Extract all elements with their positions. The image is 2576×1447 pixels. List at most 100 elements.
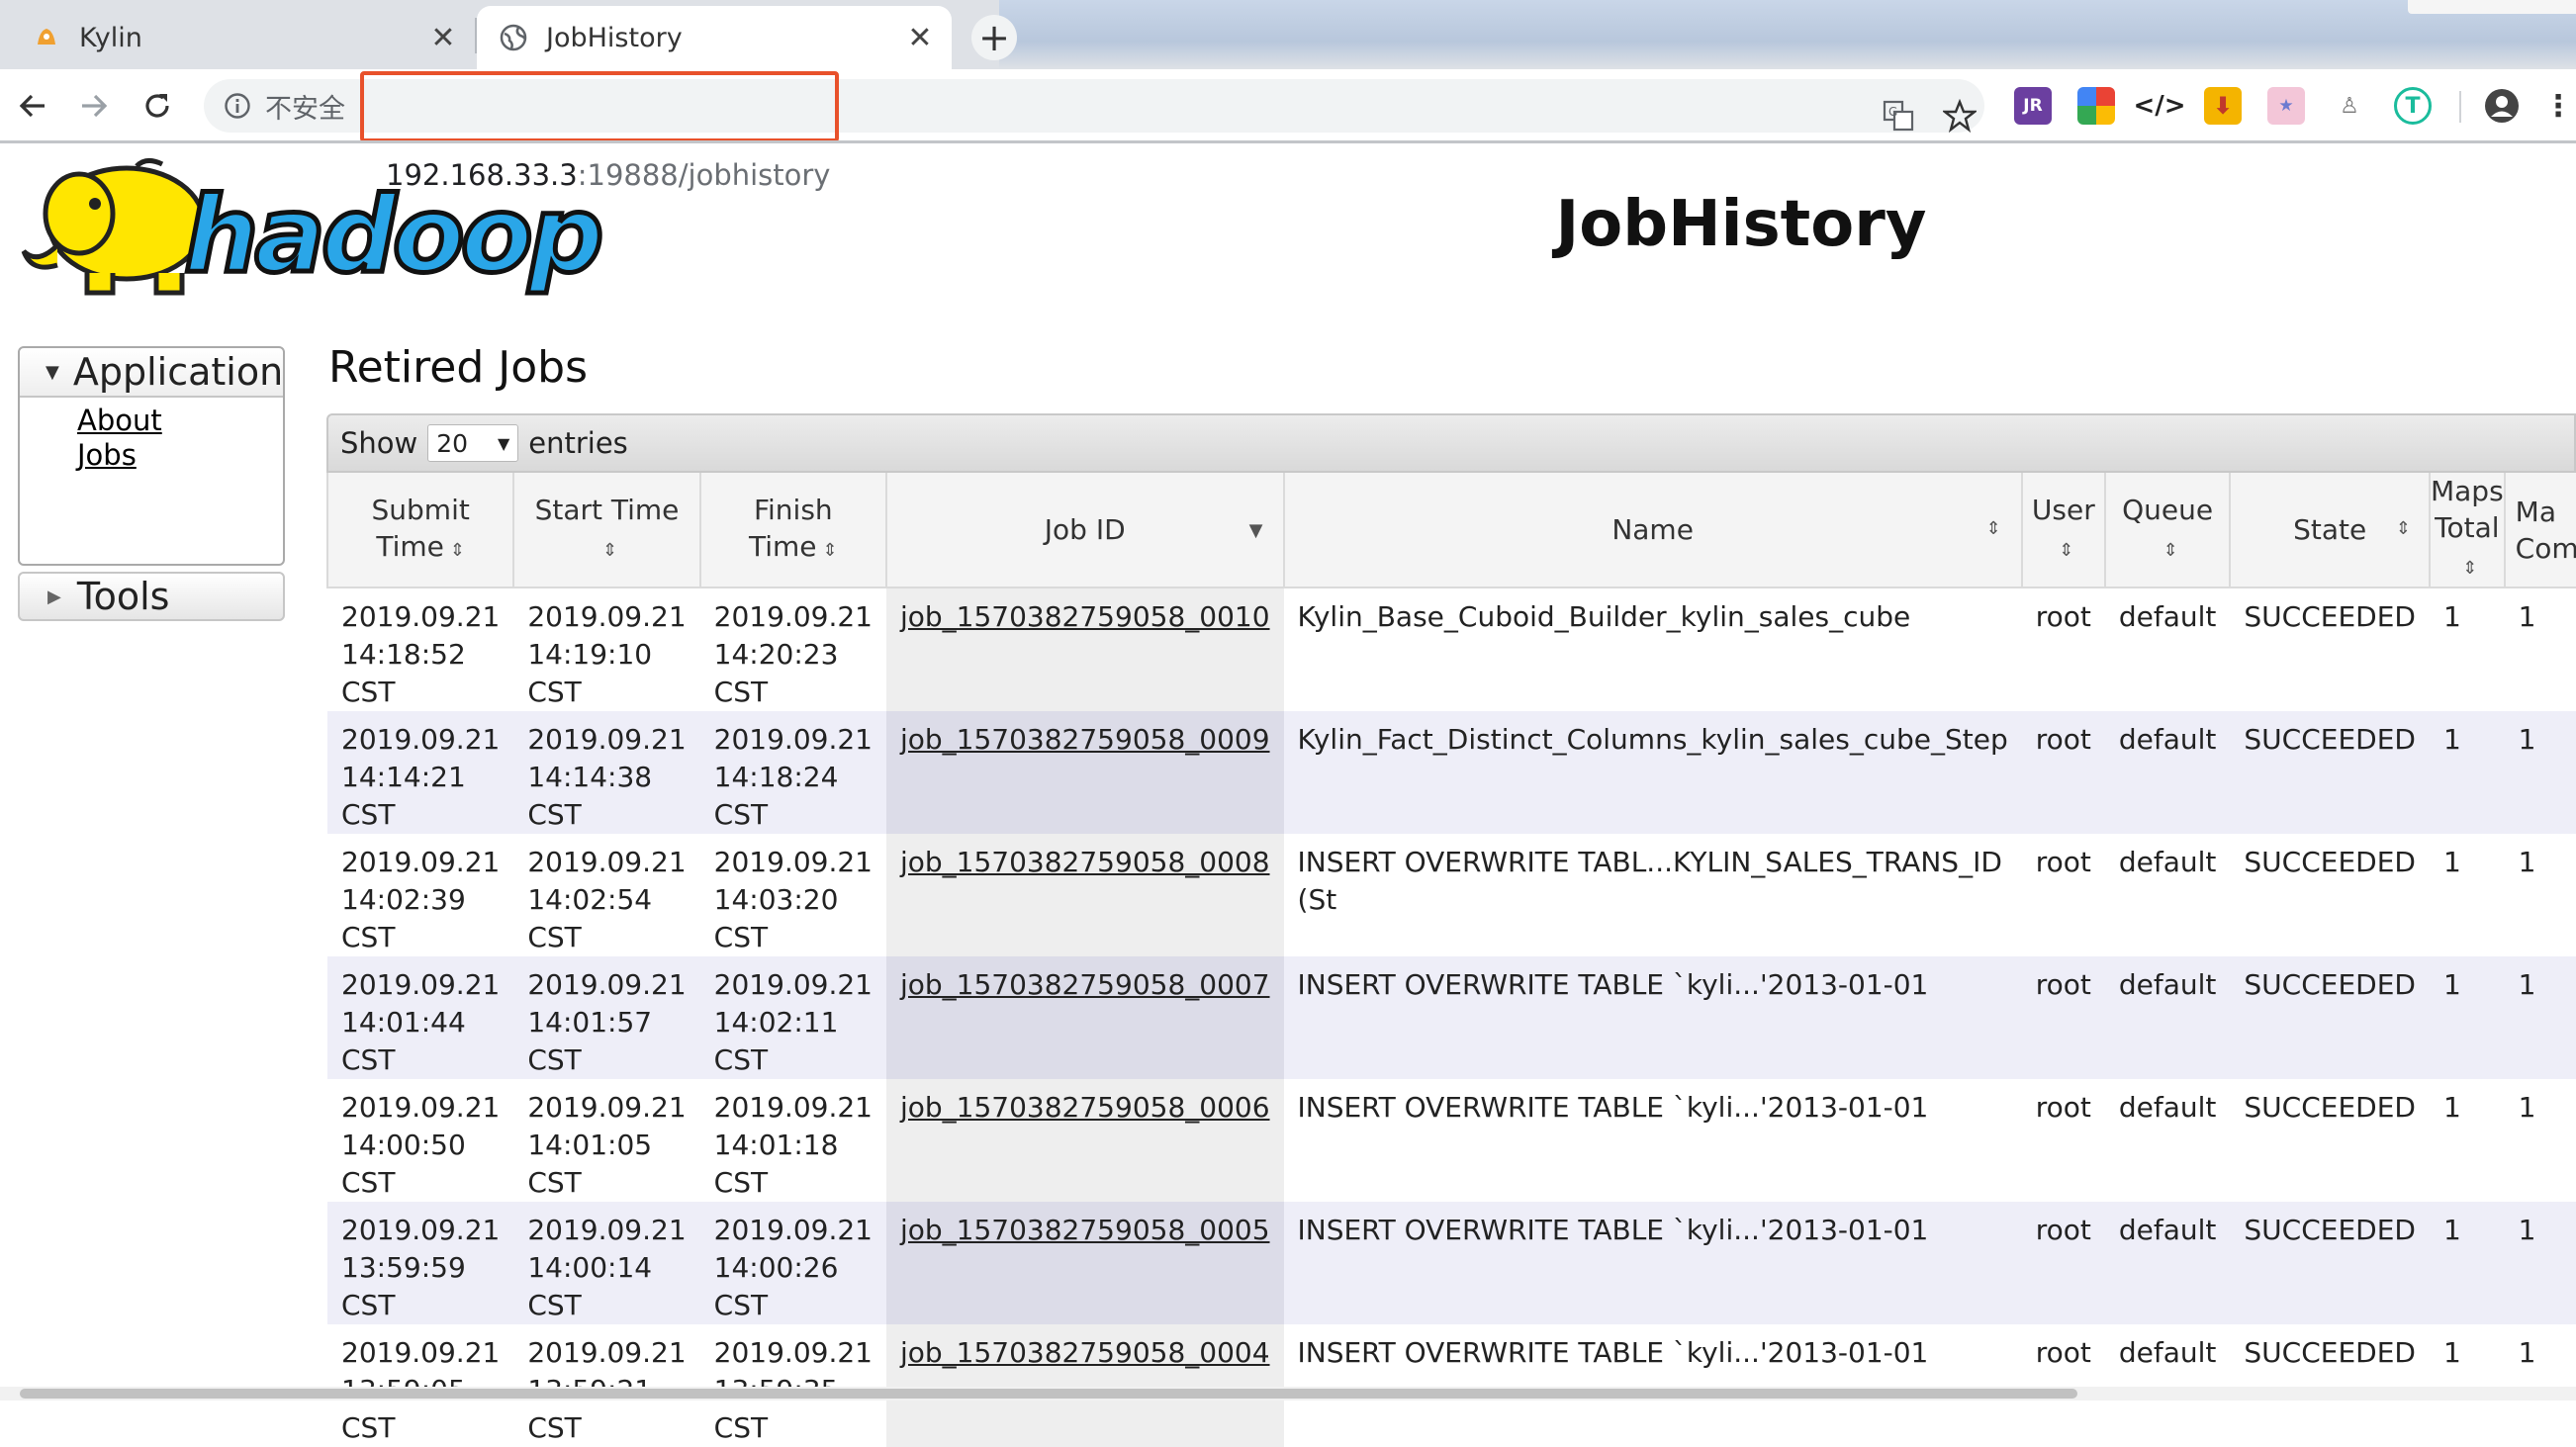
extension-star-icon[interactable]: ★ [2267, 87, 2305, 125]
cell-submit-time-line: CST [341, 1166, 396, 1199]
cell-state: SUCCEEDED [2230, 588, 2430, 711]
cell-start-time-line: CST [527, 921, 582, 953]
column-header-start-time[interactable]: Start Time ⇕ [512, 473, 701, 588]
scrollbar-thumb[interactable] [20, 1389, 2077, 1399]
new-tab-button[interactable]: + [971, 15, 1017, 60]
job-id-link[interactable]: job_1570382759058_0005 [900, 1214, 1270, 1246]
cell-state: SUCCEEDED [2230, 834, 2430, 956]
cell-start-time-line: CST [527, 1043, 582, 1076]
column-header-user[interactable]: User ⇕ [2020, 473, 2106, 588]
sidebar-tools-label: Tools [76, 575, 170, 618]
cell-finish-time: 2019.09.21 14:03:20 CST [699, 834, 886, 956]
cell-user: root [2021, 956, 2105, 1079]
sidebar-application-panel: ▼ Application About Jobs [18, 346, 285, 566]
cell-finish-time-line: CST [713, 1043, 769, 1076]
cell-finish-time-line: CST [713, 1289, 769, 1321]
show-label: Show [340, 426, 418, 460]
cell-queue: default [2104, 588, 2231, 711]
cell-submit-time-line: 2019.09.21 [341, 1091, 501, 1124]
table-row: 2019.09.21 14:00:50 CST 2019.09.21 14:01:05 C… [327, 1079, 2576, 1202]
cell-job-id: job_1570382759058_0005 [885, 1202, 1284, 1324]
cell-submit-time: 2019.09.21 14:14:21 CST [327, 711, 514, 834]
back-button[interactable] [10, 83, 55, 129]
sidebar-link-about[interactable]: About [77, 404, 283, 438]
job-id-link[interactable]: job_1570382759058_0006 [900, 1091, 1270, 1124]
extension-tree-icon[interactable]: ♙ [2331, 87, 2368, 125]
tab-jobhistory[interactable]: JobHistory ✕ [477, 6, 952, 69]
column-header-finish-time[interactable]: Finish Time ⇕ [698, 473, 887, 588]
cell-maps-completed: 1 [2504, 1202, 2576, 1324]
extension-translate-icon[interactable]: T [2394, 87, 2432, 125]
datatable-length-bar: Show 20 ▼ entries [326, 413, 2576, 473]
security-indicator[interactable]: 不安全 [224, 79, 345, 133]
cell-submit-time-line: CST [341, 1411, 396, 1444]
cell-state: SUCCEEDED [2230, 1324, 2430, 1447]
cell-user: root [2021, 711, 2105, 834]
job-id-link[interactable]: job_1570382759058_0009 [900, 723, 1270, 756]
column-header-submit-time[interactable]: Submit Time ⇕ [325, 473, 515, 588]
cell-submit-time: 2019.09.2113:59:05CST [327, 1324, 514, 1447]
entries-label: entries [528, 426, 628, 460]
profile-avatar-icon[interactable] [2483, 87, 2521, 125]
horizontal-scrollbar[interactable] [0, 1387, 2576, 1401]
extension-code-icon[interactable]: </> [2133, 87, 2185, 125]
cell-maps-total: 1 [2429, 588, 2505, 711]
window-controls[interactable] [2408, 0, 2576, 14]
column-header-queue[interactable]: Queue ⇕ [2103, 473, 2232, 588]
entries-select[interactable]: 20 ▼ [427, 424, 519, 462]
cell-submit-time-line: 2019.09.21 [341, 1336, 501, 1369]
sidebar-application-header[interactable]: ▼ Application [20, 348, 283, 398]
bookmark-star-icon[interactable] [1937, 93, 1982, 138]
cell-start-time: 2019.09.21 14:19:10 CST [513, 588, 700, 711]
cell-start-time-line: CST [527, 676, 582, 708]
column-header-job-id[interactable]: Job ID ▼ [884, 473, 1285, 588]
extension-download-icon[interactable]: ⬇ [2204, 87, 2242, 125]
column-header-name[interactable]: Name ⇕ [1282, 473, 2023, 588]
cell-finish-time-line: CST [713, 676, 769, 708]
column-header-maps-completed[interactable]: MaComp [2503, 473, 2576, 588]
security-label: 不安全 [265, 93, 345, 125]
info-icon [225, 93, 250, 119]
cell-maps-completed: 1 [2504, 834, 2576, 956]
extension-jrebel-icon[interactable]: JR [2014, 87, 2052, 125]
cell-job-id: job_1570382759058_0007 [885, 956, 1284, 1079]
browser-menu-icon[interactable]: ⋮ [2543, 87, 2573, 125]
job-id-link[interactable]: job_1570382759058_0007 [900, 968, 1270, 1001]
table-row: 2019.09.21 14:02:39 CST 2019.09.21 14:02:54 C… [327, 834, 2576, 956]
cell-start-time-line: 14:01:57 [527, 1006, 653, 1039]
cell-start-time-line: CST [527, 1289, 582, 1321]
tab-jobhistory-close-icon[interactable]: ✕ [900, 18, 940, 57]
cell-maps-completed: 1 [2504, 588, 2576, 711]
cell-finish-time: 2019.09.2113:59:35CST [699, 1324, 886, 1447]
column-header-state[interactable]: State ⇕ [2229, 473, 2431, 588]
browser-content-border [0, 140, 2576, 143]
table-row: 2019.09.21 14:14:21 CST 2019.09.21 14:14:38 C… [327, 711, 2576, 834]
extension-color-icon[interactable] [2077, 87, 2115, 125]
reload-button[interactable] [135, 83, 180, 129]
cell-maps-total: 1 [2429, 1324, 2505, 1447]
job-id-link[interactable]: job_1570382759058_0008 [900, 846, 1270, 878]
translate-icon[interactable]: G [1876, 93, 1921, 138]
hadoop-logo: hadoop [18, 156, 617, 301]
cell-finish-time-line: 14:18:24 [713, 761, 839, 793]
sort-icon: ⇕ [2395, 518, 2411, 539]
svg-text:G: G [1888, 105, 1897, 119]
sidebar-tools-header[interactable]: ▶ Tools [18, 572, 285, 621]
sidebar-link-jobs[interactable]: Jobs [77, 438, 283, 473]
sort-icon: ⇕ [1985, 518, 2001, 539]
cell-maps-completed: 1 [2504, 1079, 2576, 1202]
forward-button[interactable] [71, 83, 117, 129]
cell-job-id: job_1570382759058_0008 [885, 834, 1284, 956]
cell-finish-time: 2019.09.21 14:01:18 CST [699, 1079, 886, 1202]
cell-state: SUCCEEDED [2230, 1202, 2430, 1324]
sort-icon: ⇕ [2059, 539, 2074, 561]
sort-desc-icon: ▼ [1248, 520, 1263, 541]
tab-kylin-close-icon[interactable]: ✕ [423, 18, 463, 57]
cell-name: Kylin_Base_Cuboid_Builder_kylin_sales_cu… [1283, 588, 2022, 711]
job-id-link[interactable]: job_1570382759058_0004 [900, 1336, 1270, 1369]
column-header-maps-total[interactable]: Maps Total ⇕ [2428, 473, 2506, 588]
cell-queue: default [2104, 1324, 2231, 1447]
cell-finish-time: 2019.09.21 14:00:26 CST [699, 1202, 886, 1324]
job-id-link[interactable]: job_1570382759058_0010 [900, 600, 1270, 633]
tab-kylin[interactable]: Kylin ✕ [10, 6, 475, 69]
